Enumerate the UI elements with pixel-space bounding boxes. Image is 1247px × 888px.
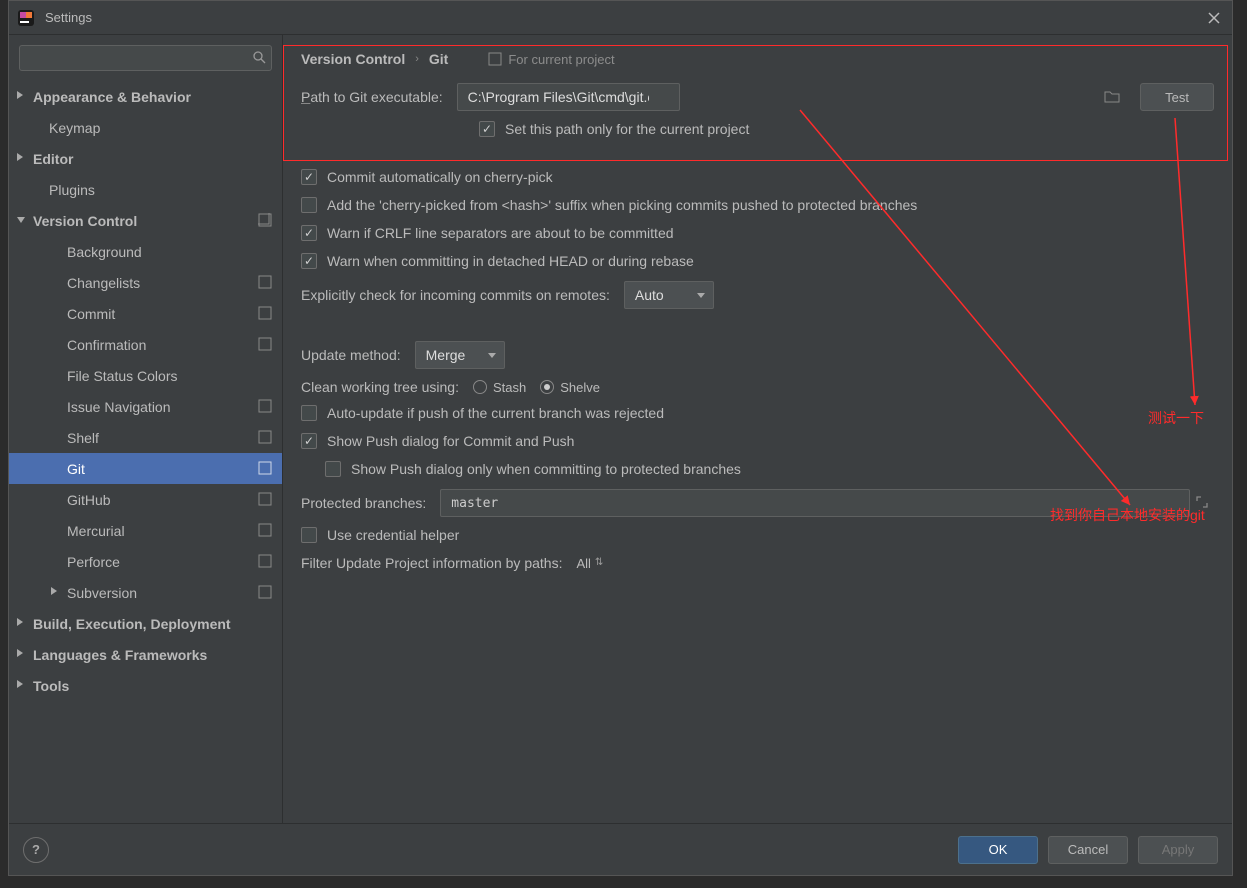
checkbox-label: Add the 'cherry-picked from <hash>' suff… — [327, 197, 917, 213]
tree-github[interactable]: GitHub — [9, 484, 282, 515]
radio-shelve[interactable] — [540, 380, 554, 394]
ok-button[interactable]: OK — [958, 836, 1038, 864]
project-scope-icon — [258, 306, 272, 323]
checkbox-show-push-dialog[interactable] — [301, 433, 317, 449]
project-scope-icon — [258, 399, 272, 416]
tree-git[interactable]: Git — [9, 453, 282, 484]
tree-perforce[interactable]: Perforce — [9, 546, 282, 577]
checkbox-label: Set this path only for the current proje… — [505, 121, 749, 137]
tree-changelists[interactable]: Changelists — [9, 267, 282, 298]
protected-branches-input[interactable] — [440, 489, 1190, 517]
close-icon[interactable] — [1204, 8, 1224, 28]
project-scope-icon — [258, 337, 272, 354]
cancel-button[interactable]: Cancel — [1048, 836, 1128, 864]
search-icon — [252, 50, 266, 67]
tree-mercurial[interactable]: Mercurial — [9, 515, 282, 546]
tree-version-control[interactable]: Version Control — [9, 205, 282, 236]
checkbox-commit-auto-cherry[interactable] — [301, 169, 317, 185]
tree-tools[interactable]: Tools — [9, 670, 282, 701]
tree-languages[interactable]: Languages & Frameworks — [9, 639, 282, 670]
tree-commit[interactable]: Commit — [9, 298, 282, 329]
checkbox-credential-helper[interactable] — [301, 527, 317, 543]
tree-issue-navigation[interactable]: Issue Navigation — [9, 391, 282, 422]
checkbox-label: Warn if CRLF line separators are about t… — [327, 225, 674, 241]
apply-button[interactable]: Apply — [1138, 836, 1218, 864]
tree-keymap[interactable]: Keymap — [9, 112, 282, 143]
project-scope-icon — [258, 213, 272, 230]
window-title: Settings — [45, 10, 1204, 25]
checkbox-label: Warn when committing in detached HEAD or… — [327, 253, 694, 269]
breadcrumb: Version Control › Git For current projec… — [283, 35, 1232, 77]
checkbox-add-cherry-suffix[interactable] — [301, 197, 317, 213]
checkbox-label: Use credential helper — [327, 527, 459, 543]
search-input[interactable] — [19, 45, 272, 71]
checkbox-label: Auto-update if push of the current branc… — [327, 405, 664, 421]
project-scope-icon — [258, 523, 272, 540]
project-scope-icon — [258, 275, 272, 292]
protected-branches-label: Protected branches: — [301, 495, 426, 511]
radio-stash-label: Stash — [493, 380, 526, 395]
tree-subversion[interactable]: Subversion — [9, 577, 282, 608]
tree-editor[interactable]: Editor — [9, 143, 282, 174]
test-button[interactable]: Test — [1140, 83, 1214, 111]
project-scope-icon — [258, 461, 272, 478]
app-logo-icon — [17, 9, 35, 27]
tree-background[interactable]: Background — [9, 236, 282, 267]
settings-tree: Appearance & Behavior Keymap Editor Plug… — [9, 77, 282, 823]
tree-appearance[interactable]: Appearance & Behavior — [9, 81, 282, 112]
update-method-label: Update method: — [301, 347, 401, 363]
checkbox-label: Show Push dialog for Commit and Push — [327, 433, 574, 449]
filter-update-label: Filter Update Project information by pat… — [301, 555, 562, 571]
titlebar: Settings — [9, 1, 1232, 35]
explicit-check-label: Explicitly check for incoming commits on… — [301, 287, 610, 303]
clean-tree-label: Clean working tree using: — [301, 379, 459, 395]
checkbox-set-path-project[interactable] — [479, 121, 495, 137]
project-scope-icon — [258, 585, 272, 602]
checkbox-label: Show Push dialog only when committing to… — [351, 461, 741, 477]
settings-tree-panel: Appearance & Behavior Keymap Editor Plug… — [9, 35, 283, 823]
tree-build[interactable]: Build, Execution, Deployment — [9, 608, 282, 639]
radio-shelve-label: Shelve — [560, 380, 600, 395]
filter-update-link[interactable]: All ⇅ — [576, 556, 603, 571]
sort-icon: ⇅ — [595, 558, 603, 568]
checkbox-warn-detached[interactable] — [301, 253, 317, 269]
radio-stash[interactable] — [473, 380, 487, 394]
folder-browse-icon[interactable] — [1104, 89, 1120, 106]
explicit-check-combo[interactable]: Auto — [624, 281, 714, 309]
path-label: Path to Git executable: — [301, 89, 443, 105]
breadcrumb-leaf: Git — [429, 51, 448, 67]
project-scope-icon — [258, 492, 272, 509]
chevron-right-icon: › — [415, 53, 419, 65]
checkbox-auto-update-push[interactable] — [301, 405, 317, 421]
settings-dialog: Settings Appearance & Behavior Keymap Ed… — [8, 0, 1233, 876]
tree-shelf[interactable]: Shelf — [9, 422, 282, 453]
git-path-input[interactable] — [457, 83, 680, 111]
tree-plugins[interactable]: Plugins — [9, 174, 282, 205]
project-scope-icon — [258, 554, 272, 571]
update-method-combo[interactable]: Merge — [415, 341, 505, 369]
settings-content-panel: Version Control › Git For current projec… — [283, 35, 1232, 823]
help-button[interactable]: ? — [23, 837, 49, 863]
tree-file-status-colors[interactable]: File Status Colors — [9, 360, 282, 391]
checkbox-show-push-protected[interactable] — [325, 461, 341, 477]
project-scope-label: For current project — [488, 52, 614, 67]
tree-confirmation[interactable]: Confirmation — [9, 329, 282, 360]
breadcrumb-root[interactable]: Version Control — [301, 51, 405, 67]
expand-icon[interactable] — [1190, 496, 1214, 511]
dialog-footer: ? OK Cancel Apply — [9, 823, 1232, 875]
project-scope-icon — [258, 430, 272, 447]
checkbox-label: Commit automatically on cherry-pick — [327, 169, 553, 185]
checkbox-warn-crlf[interactable] — [301, 225, 317, 241]
